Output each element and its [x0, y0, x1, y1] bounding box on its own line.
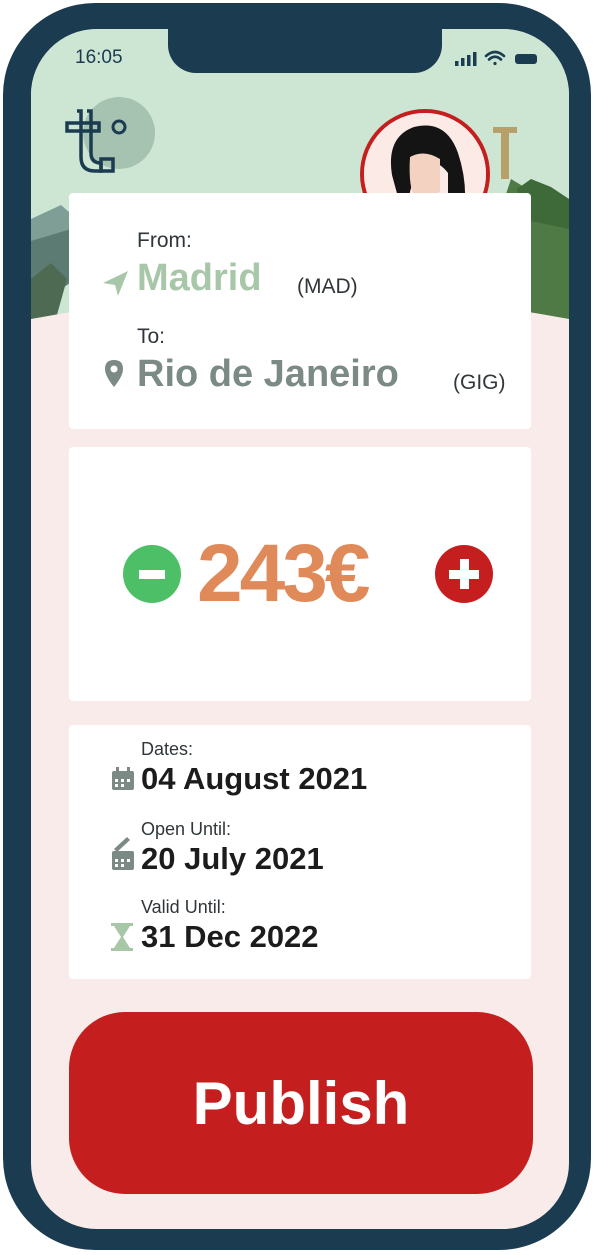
calendar-edit-icon [112, 837, 134, 870]
destination-code: (GIG) [453, 371, 506, 394]
status-time: 16:05 [75, 47, 123, 68]
publish-button[interactable]: Publish [69, 1012, 533, 1194]
dates-label: Dates: [141, 739, 194, 759]
battery-icon [515, 54, 537, 64]
app-screen: 16:05 From: Madrid (MAD) To: Rio de Jane… [31, 29, 569, 1229]
wifi-icon [484, 50, 506, 66]
price-value: 243€ [197, 528, 370, 619]
valid-until-label: Valid Until: [141, 897, 226, 917]
phone-frame: 16:05 From: Madrid (MAD) To: Rio de Jane… [3, 3, 591, 1250]
calendar-icon [112, 767, 134, 790]
plus-circle-icon[interactable] [435, 545, 493, 603]
open-until-value[interactable]: 20 July 2021 [141, 841, 324, 877]
map-pin-icon [105, 360, 123, 387]
status-icons [453, 49, 543, 72]
navigation-arrow-icon [103, 271, 128, 296]
device-notch [168, 29, 442, 73]
origin-city[interactable]: Madrid [137, 257, 262, 300]
dates-value[interactable]: 04 August 2021 [141, 761, 367, 797]
open-until-label: Open Until: [141, 819, 232, 839]
from-label: From: [137, 229, 192, 252]
minus-circle-icon[interactable] [123, 545, 181, 603]
origin-code: (MAD) [297, 275, 358, 298]
signal-icon [455, 52, 477, 66]
price-card: 243€ [69, 447, 531, 701]
t-logo-icon[interactable] [61, 97, 161, 192]
valid-until-value[interactable]: 31 Dec 2022 [141, 919, 319, 955]
dates-card: Dates: 04 August 2021 Open Until: 20 Jul… [69, 725, 531, 979]
destination-city[interactable]: Rio de Janeiro [137, 353, 399, 396]
to-label: To: [137, 325, 166, 348]
hourglass-icon [111, 923, 133, 951]
route-card: From: Madrid (MAD) To: Rio de Janeiro (G… [69, 193, 531, 429]
